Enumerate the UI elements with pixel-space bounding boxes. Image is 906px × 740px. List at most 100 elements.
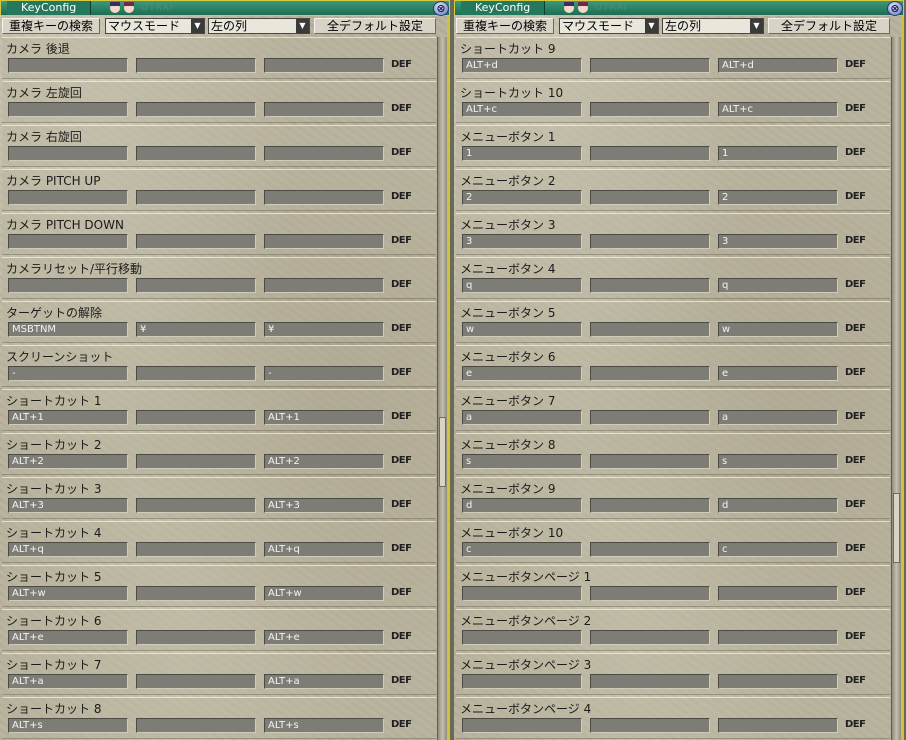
key-field-3[interactable] [718,630,838,645]
key-field-3[interactable] [264,278,384,293]
default-button[interactable]: DEF [845,631,866,642]
key-field-1[interactable]: ALT+e [8,630,128,645]
title-bar[interactable]: KeyConfig OTRAI ⊗ [454,0,904,16]
key-field-3[interactable] [264,190,384,205]
key-field-2[interactable] [590,366,710,381]
key-field-1[interactable] [462,718,582,733]
key-field-3[interactable] [718,718,838,733]
key-field-3[interactable] [264,58,384,73]
key-field-1[interactable]: q [462,278,582,293]
default-button[interactable]: DEF [391,323,412,334]
default-button[interactable]: DEF [391,719,412,730]
default-button[interactable]: DEF [391,191,412,202]
key-field-2[interactable] [590,234,710,249]
key-field-1[interactable]: ALT+q [8,542,128,557]
key-field-3[interactable]: ALT+d [718,58,838,73]
key-field-2[interactable] [590,146,710,161]
key-field-2[interactable] [136,586,256,601]
key-field-2[interactable] [590,630,710,645]
key-field-1[interactable]: d [462,498,582,513]
key-field-2[interactable] [136,234,256,249]
key-field-1[interactable]: 1 [462,146,582,161]
key-field-3[interactable]: 2 [718,190,838,205]
default-button[interactable]: DEF [391,279,412,290]
key-field-1[interactable]: 2 [462,190,582,205]
key-field-3[interactable]: q [718,278,838,293]
key-field-1[interactable]: ALT+w [8,586,128,601]
default-button[interactable]: DEF [845,59,866,70]
key-field-2[interactable] [136,278,256,293]
key-field-1[interactable] [462,630,582,645]
key-field-3[interactable]: d [718,498,838,513]
key-field-3[interactable]: ¥ [264,322,384,337]
key-field-2[interactable] [590,278,710,293]
key-field-2[interactable] [590,586,710,601]
default-button[interactable]: DEF [845,411,866,422]
default-button[interactable]: DEF [391,631,412,642]
key-field-3[interactable]: - [264,366,384,381]
default-button[interactable]: DEF [391,367,412,378]
key-field-2[interactable] [590,102,710,117]
key-field-1[interactable]: c [462,542,582,557]
default-button[interactable]: DEF [845,455,866,466]
key-field-1[interactable]: ALT+3 [8,498,128,513]
mode-select[interactable]: マウスモード ▼ [559,18,659,34]
key-field-3[interactable]: ALT+e [264,630,384,645]
default-button[interactable]: DEF [391,411,412,422]
column-select[interactable]: 左の列 ▼ [208,18,310,34]
default-button[interactable]: DEF [845,543,866,554]
search-duplicate-keys-button[interactable]: 重複キーの検索 [456,18,554,34]
key-field-3[interactable]: c [718,542,838,557]
all-default-button[interactable]: 全デフォルト設定 [314,18,436,34]
key-field-1[interactable] [462,674,582,689]
key-field-2[interactable] [136,498,256,513]
key-field-2[interactable] [590,454,710,469]
key-field-1[interactable]: ALT+2 [8,454,128,469]
key-field-1[interactable] [8,278,128,293]
default-button[interactable]: DEF [391,147,412,158]
close-icon[interactable]: ⊗ [887,1,903,16]
key-field-1[interactable]: MSBTNM [8,322,128,337]
key-field-1[interactable] [8,234,128,249]
key-field-1[interactable]: ALT+a [8,674,128,689]
key-field-2[interactable] [590,410,710,425]
default-button[interactable]: DEF [391,103,412,114]
key-field-3[interactable]: ALT+2 [264,454,384,469]
key-field-2[interactable] [136,102,256,117]
key-field-3[interactable]: 1 [718,146,838,161]
key-field-2[interactable] [136,454,256,469]
key-field-2[interactable] [136,410,256,425]
scrollbar-thumb[interactable] [439,417,446,487]
key-field-2[interactable] [136,366,256,381]
default-button[interactable]: DEF [845,323,866,334]
key-field-3[interactable]: ALT+1 [264,410,384,425]
scrollbar[interactable] [437,37,447,740]
key-field-3[interactable]: ALT+3 [264,498,384,513]
key-field-2[interactable] [590,498,710,513]
key-field-3[interactable] [264,234,384,249]
all-default-button[interactable]: 全デフォルト設定 [768,18,890,34]
key-field-1[interactable] [8,146,128,161]
default-button[interactable]: DEF [391,543,412,554]
key-field-1[interactable]: a [462,410,582,425]
key-field-1[interactable]: s [462,454,582,469]
title-bar[interactable]: KeyConfig OTRAI ⊗ [0,0,450,16]
key-field-3[interactable]: ALT+w [264,586,384,601]
default-button[interactable]: DEF [845,499,866,510]
key-field-3[interactable]: 3 [718,234,838,249]
default-button[interactable]: DEF [845,587,866,598]
key-field-2[interactable] [590,190,710,205]
default-button[interactable]: DEF [845,103,866,114]
key-field-2[interactable] [136,674,256,689]
scrollbar-thumb[interactable] [893,493,900,563]
default-button[interactable]: DEF [845,235,866,246]
default-button[interactable]: DEF [845,675,866,686]
default-button[interactable]: DEF [845,279,866,290]
default-button[interactable]: DEF [845,147,866,158]
key-field-2[interactable] [590,674,710,689]
mode-select[interactable]: マウスモード ▼ [105,18,205,34]
key-field-1[interactable] [462,586,582,601]
scrollbar[interactable] [891,37,901,740]
key-field-1[interactable]: 3 [462,234,582,249]
key-field-2[interactable]: ¥ [136,322,256,337]
